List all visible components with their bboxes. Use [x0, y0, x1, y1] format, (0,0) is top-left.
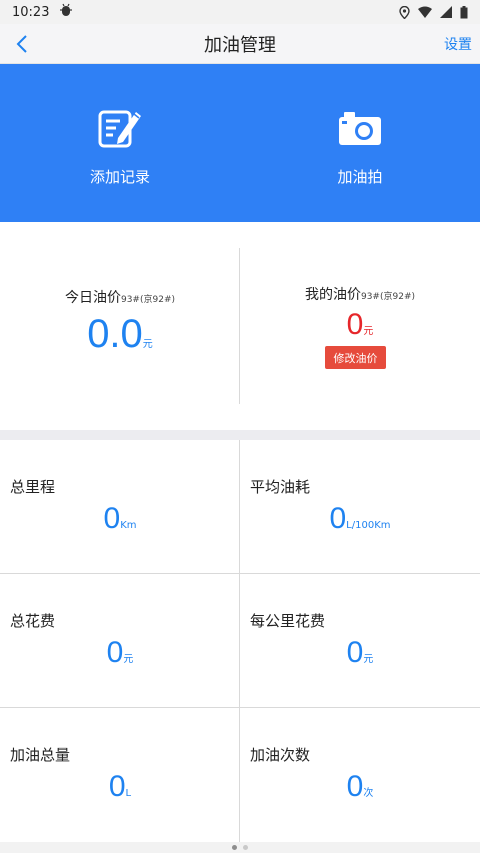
- stat-label: 平均油耗: [250, 478, 311, 496]
- status-bar: 10:23: [0, 0, 480, 24]
- today-price-panel: 今日油价93#(京92#) 0.0元: [0, 222, 240, 430]
- back-button[interactable]: [8, 30, 36, 58]
- stat-label: 每公里花费: [250, 612, 326, 630]
- page-title: 加油管理: [204, 34, 276, 56]
- stat-unit: Km: [120, 520, 137, 531]
- today-price-unit: 元: [142, 339, 153, 350]
- today-price-value: 0.0元: [0, 312, 240, 357]
- stat-number: 0: [106, 636, 124, 669]
- stat-value: 0Km: [0, 502, 240, 536]
- add-record-button[interactable]: 添加记录: [0, 64, 240, 222]
- page-dot-1[interactable]: [232, 845, 237, 850]
- refuel-photo-label: 加油拍: [337, 168, 383, 186]
- stat-value: 0次: [240, 770, 480, 804]
- camera-icon: [336, 106, 384, 150]
- nav-bar: 加油管理 设置: [0, 24, 480, 64]
- my-price-label: 我的油价: [304, 287, 361, 303]
- stat-number: 0: [108, 770, 126, 803]
- signal-icon: [440, 6, 452, 18]
- stat-label: 加油次数: [250, 746, 311, 764]
- stat-total-mileage: 总里程 0Km: [0, 440, 240, 574]
- status-time: 10:23: [12, 4, 50, 20]
- wifi-icon: [418, 6, 432, 18]
- my-price-grade: 93#(京92#): [360, 292, 415, 302]
- settings-button[interactable]: 设置: [444, 34, 472, 54]
- stat-number: 0: [346, 636, 364, 669]
- today-price-number: 0.0: [87, 312, 143, 356]
- edit-note-icon: [96, 106, 144, 150]
- stat-unit: 元: [123, 654, 134, 665]
- bug-icon: [59, 3, 73, 21]
- stat-value: 0L: [0, 770, 240, 804]
- stat-number: 0: [346, 770, 364, 803]
- stat-label: 加油总量: [10, 746, 71, 764]
- today-price-label: 今日油价: [64, 290, 121, 306]
- add-record-label: 添加记录: [89, 168, 150, 186]
- today-price-heading: 今日油价93#(京92#): [0, 287, 240, 307]
- stat-number: 0: [329, 502, 347, 535]
- edit-price-button[interactable]: 修改油价: [325, 346, 386, 369]
- my-price-panel: 我的油价93#(京92#) 0元 修改油价: [240, 222, 480, 430]
- section-separator: [0, 430, 480, 440]
- stat-label: 总里程: [10, 478, 56, 496]
- stats-grid: 总里程 0Km 平均油耗 0L/100Km 总花费 0元 每公里花费 0元 加油…: [0, 440, 480, 842]
- stat-unit: 次: [363, 788, 374, 799]
- stat-refuel-count: 加油次数 0次: [240, 708, 480, 842]
- stat-unit: L: [125, 788, 132, 799]
- stat-unit: L/100Km: [346, 520, 391, 531]
- today-price-grade: 93#(京92#): [120, 295, 175, 305]
- price-section: 今日油价93#(京92#) 0.0元 我的油价93#(京92#) 0元 修改油价: [0, 222, 480, 430]
- page-dot-2[interactable]: [243, 845, 248, 850]
- battery-icon: [460, 5, 468, 19]
- stat-value: 0元: [0, 636, 240, 670]
- stat-unit: 元: [363, 654, 374, 665]
- stat-number: 0: [103, 502, 121, 535]
- stat-cost-per-km: 每公里花费 0元: [240, 574, 480, 708]
- stat-label: 总花费: [10, 612, 56, 630]
- stat-total-fuel: 加油总量 0L: [0, 708, 240, 842]
- stat-value: 0元: [240, 636, 480, 670]
- chevron-left-icon: [16, 35, 27, 53]
- my-price-value: 0元: [240, 308, 480, 342]
- action-banner: 添加记录 加油拍: [0, 64, 480, 222]
- refuel-photo-button[interactable]: 加油拍: [240, 64, 480, 222]
- stat-value: 0L/100Km: [240, 502, 480, 536]
- page-indicator: [0, 842, 480, 853]
- my-price-heading: 我的油价93#(京92#): [240, 284, 480, 304]
- my-price-number: 0: [346, 308, 364, 341]
- my-price-unit: 元: [363, 326, 374, 337]
- location-icon: [399, 5, 410, 19]
- stat-average-consumption: 平均油耗 0L/100Km: [240, 440, 480, 574]
- stat-total-cost: 总花费 0元: [0, 574, 240, 708]
